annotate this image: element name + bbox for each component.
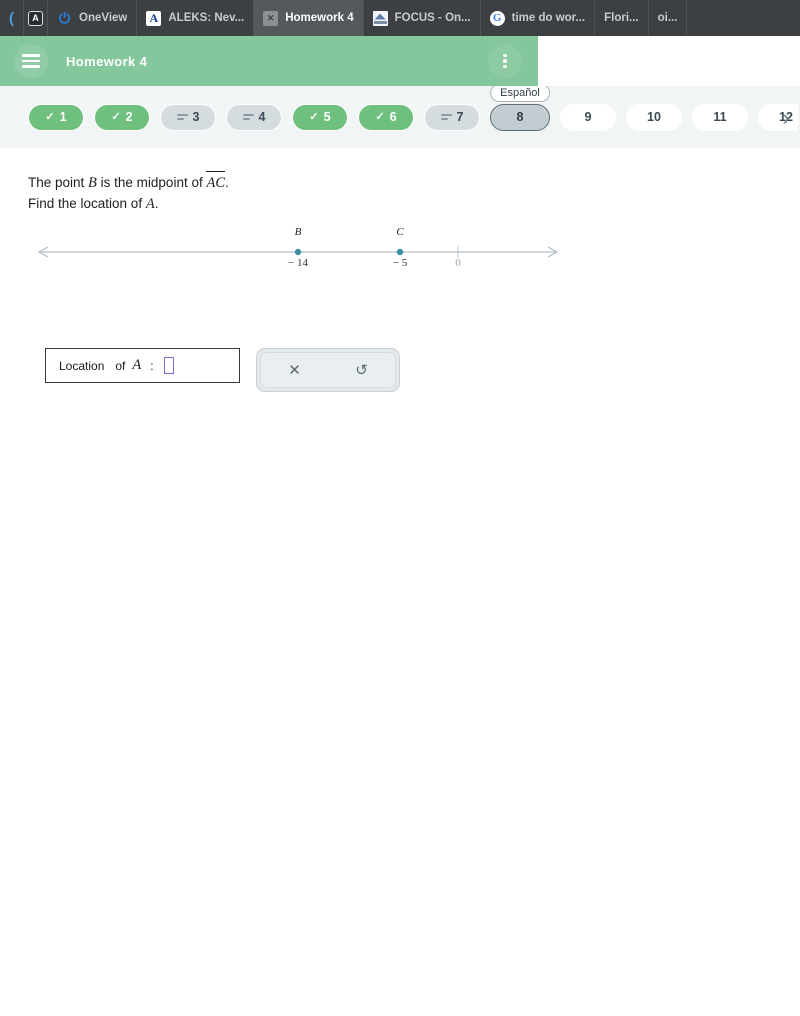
tick-value-zero: 0	[455, 257, 461, 269]
browser-tab-focus[interactable]: FOCUS - On...	[363, 0, 481, 36]
pill-number: 6	[389, 110, 397, 124]
espanol-tooltip[interactable]: Español	[490, 86, 550, 102]
answer-controls-panel: ✕ ↺	[256, 348, 400, 392]
pill-number: 2	[125, 110, 133, 124]
pill-number: 5	[323, 110, 331, 124]
x-box-icon: ✕	[263, 10, 279, 26]
partial-progress-icon	[242, 113, 254, 121]
point-label-c: C	[396, 226, 404, 238]
browser-tab-label: ALEKS: Nev...	[168, 12, 245, 24]
pill-wrap-1: ✓ 1	[28, 103, 84, 131]
browser-tab-label: Flori...	[604, 12, 639, 24]
pill-number: 3	[192, 110, 200, 124]
question-pill-2[interactable]: ✓ 2	[94, 103, 150, 131]
browser-tab-flori[interactable]: Flori...	[595, 0, 649, 36]
browser-tab-0[interactable]: (	[0, 0, 24, 36]
pill-number: 10	[647, 110, 661, 124]
undo-button[interactable]: ↺	[328, 353, 395, 387]
number-line-figure: B − 14 C − 5 0	[28, 226, 568, 274]
answer-label-colon: :	[150, 358, 154, 373]
question-line-2: Find the location of A.	[28, 194, 229, 215]
google-g-icon: G	[489, 10, 505, 26]
answer-label-variable: A	[132, 357, 142, 373]
power-icon: ⏻	[58, 9, 71, 26]
point-label-b: B	[294, 226, 302, 238]
paren-icon: (	[9, 9, 14, 27]
partial-progress-icon	[176, 113, 188, 121]
answer-text-field[interactable]	[163, 357, 174, 374]
pill-wrap-10: 10	[626, 103, 682, 131]
kebab-menu-icon[interactable]	[488, 44, 522, 78]
question-text-e: .	[154, 196, 159, 212]
pill-number: 9	[584, 110, 592, 124]
answer-label-location: Location	[59, 358, 105, 373]
check-icon: ✓	[309, 110, 319, 123]
browser-tab-label: FOCUS - On...	[394, 12, 471, 24]
pill-wrap-4: 4	[226, 103, 282, 131]
question-text-b: is the midpoint of	[96, 175, 207, 190]
check-icon: ✓	[45, 110, 55, 123]
pill-number: 1	[59, 110, 67, 124]
page-title: Homework 4	[66, 53, 148, 69]
question-text-a: The point	[28, 175, 89, 190]
question-pill-9[interactable]: 9	[560, 103, 616, 131]
focus-icon	[372, 10, 388, 26]
browser-tab-strip: ( A ⏻ OneView A ALEKS: Nev... ✕ Homework…	[0, 0, 800, 36]
question-nav: ✓ 1 ✓ 2 3 4 ✓ 5 ✓ 6 7 Español 8 9 10 11 …	[0, 86, 800, 148]
hamburger-icon[interactable]	[14, 44, 48, 78]
question-pill-5[interactable]: ✓ 5	[292, 103, 348, 131]
question-pill-4[interactable]: 4	[226, 103, 282, 131]
browser-tab-label: OneView	[79, 12, 128, 24]
check-icon: ✓	[375, 110, 385, 123]
point-value-b: − 14	[288, 257, 308, 269]
question-pill-6[interactable]: ✓ 6	[358, 103, 414, 131]
browser-tab-label: Homework 4	[285, 12, 354, 24]
variable-a: A	[145, 196, 155, 213]
pill-wrap-3: 3	[160, 103, 216, 131]
segment-ac: AC	[206, 171, 225, 194]
partial-progress-icon	[440, 113, 452, 121]
point-value-c: − 5	[392, 257, 408, 269]
boxed-a-icon: A	[28, 10, 43, 26]
browser-tab-label: oi...	[657, 12, 678, 24]
pill-wrap-8: Español 8	[490, 86, 550, 131]
browser-tab-oi[interactable]: oi...	[648, 0, 688, 36]
pill-wrap-11: 11	[692, 103, 748, 131]
question-pill-10[interactable]: 10	[626, 103, 682, 131]
question-statement: The point B is the midpoint of AC. Find …	[28, 171, 229, 215]
variable-b: B	[88, 175, 97, 191]
app-header: Homework 4	[0, 36, 538, 86]
question-text-d: Find the location of	[28, 196, 146, 212]
browser-tab-label: time do wor...	[511, 12, 586, 24]
question-line-1: The point B is the midpoint of AC.	[28, 171, 229, 194]
answer-input-box[interactable]: Location of A :	[45, 348, 240, 383]
question-text-c: .	[225, 175, 229, 190]
pill-wrap-5: ✓ 5	[292, 103, 348, 131]
pill-wrap-9: 9	[560, 103, 616, 131]
page-content: Homework 4 ✓ 1 ✓ 2 3 4 ✓ 5 ✓ 6 7 Español…	[0, 36, 800, 1016]
check-icon: ✓	[111, 110, 121, 123]
browser-tab-oneview[interactable]: ⏻ OneView	[48, 0, 138, 36]
browser-tab-google-search[interactable]: G time do wor...	[480, 0, 596, 36]
pill-number: 7	[456, 110, 464, 124]
browser-tab-1[interactable]: A	[24, 0, 48, 36]
question-pill-7[interactable]: 7	[424, 103, 480, 131]
pill-wrap-2: ✓ 2	[94, 103, 150, 131]
answer-label-of: of	[115, 358, 126, 373]
answer-controls-inner: ✕ ↺	[260, 352, 396, 388]
browser-tab-aleks[interactable]: A ALEKS: Nev...	[137, 0, 255, 36]
pill-number: 11	[713, 110, 727, 124]
question-pill-11[interactable]: 11	[692, 103, 748, 131]
pill-wrap-7: 7	[424, 103, 480, 131]
chevron-right-icon[interactable]: ›	[772, 104, 800, 132]
clear-answer-button[interactable]: ✕	[261, 353, 328, 387]
pill-number: 4	[258, 110, 266, 124]
question-pill-1[interactable]: ✓ 1	[28, 103, 84, 131]
pill-wrap-6: ✓ 6	[358, 103, 414, 131]
question-pill-8[interactable]: 8	[490, 103, 550, 131]
browser-tab-homework-4[interactable]: ✕ Homework 4	[254, 0, 364, 36]
aleks-a-icon: A	[146, 10, 162, 26]
pill-number: 8	[516, 110, 524, 124]
question-pill-3[interactable]: 3	[160, 103, 216, 131]
